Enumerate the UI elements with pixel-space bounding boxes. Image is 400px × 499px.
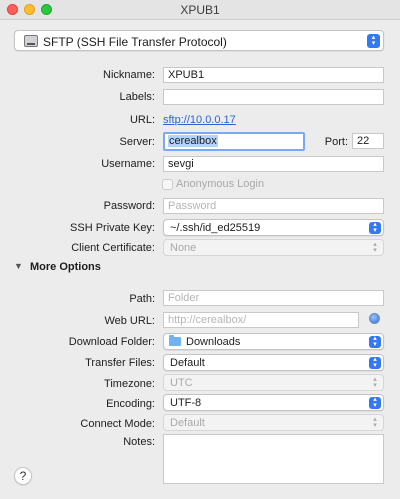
server-field[interactable]: cerealbox	[163, 132, 305, 151]
chevron-updown-icon: ▴ ▾	[369, 356, 381, 369]
download-folder-value: Downloads	[186, 336, 241, 348]
username-field[interactable]: sevgi	[163, 156, 384, 172]
globe-icon[interactable]	[369, 313, 380, 324]
transfer-files-popup[interactable]: Default ▴ ▾	[163, 354, 384, 371]
chevron-updown-icon: ▴ ▾	[373, 416, 377, 429]
path-label: Path:	[129, 293, 155, 305]
password-label: Password:	[103, 200, 155, 212]
chevron-updown-icon: ▴ ▾	[369, 221, 381, 234]
encoding-value: UTF-8	[170, 397, 202, 409]
chevron-updown-icon: ▴ ▾	[373, 241, 377, 254]
encoding-label: Encoding:	[106, 398, 155, 410]
web-url-field[interactable]: http://cerealbox/	[163, 312, 359, 328]
client-cert-value: None	[170, 242, 197, 254]
title-bar: XPUB1	[0, 0, 400, 20]
more-options-heading[interactable]: More Options	[30, 261, 101, 273]
transfer-files-value: Default	[170, 357, 205, 369]
connect-mode-popup[interactable]: Default ▴ ▾	[163, 414, 384, 431]
folder-icon	[169, 335, 181, 346]
port-label: Port:	[324, 136, 348, 148]
ssh-key-label: SSH Private Key:	[70, 222, 155, 234]
notes-label: Notes:	[123, 436, 155, 448]
labels-field[interactable]	[163, 89, 384, 105]
timezone-popup[interactable]: UTC ▴ ▾	[163, 374, 384, 391]
server-label: Server:	[119, 136, 155, 148]
disclosure-chevron-icon[interactable]: ▼	[14, 261, 23, 271]
port-field[interactable]: 22	[352, 133, 384, 149]
encoding-popup[interactable]: UTF-8 ▴ ▾	[163, 394, 384, 411]
ssh-key-popup[interactable]: ~/.ssh/id_ed25519 ▴ ▾	[163, 219, 384, 236]
timezone-value: UTC	[170, 377, 193, 389]
server-value: cerealbox	[168, 135, 218, 147]
chevron-updown-icon: ▴ ▾	[367, 34, 380, 48]
transfer-files-label: Transfer Files:	[85, 357, 155, 369]
notes-textarea[interactable]	[163, 434, 384, 484]
chevron-updown-icon: ▴ ▾	[373, 376, 377, 389]
chevron-updown-icon: ▴ ▾	[369, 396, 381, 409]
client-cert-label: Client Certificate:	[71, 242, 155, 254]
help-button[interactable]: ?	[14, 467, 32, 485]
chevron-updown-icon: ▴ ▾	[369, 335, 381, 348]
protocol-popup[interactable]: SFTP (SSH File Transfer Protocol) ▴ ▾	[14, 30, 384, 51]
password-field[interactable]: Password	[163, 198, 384, 214]
protocol-value: SFTP (SSH File Transfer Protocol)	[43, 35, 227, 49]
timezone-label: Timezone:	[104, 378, 155, 390]
ssh-key-value: ~/.ssh/id_ed25519	[170, 222, 261, 234]
download-folder-label: Download Folder:	[68, 336, 155, 348]
nickname-field[interactable]: XPUB1	[163, 67, 384, 83]
anonymous-login-checkbox[interactable]	[162, 179, 173, 190]
connect-mode-label: Connect Mode:	[80, 418, 155, 430]
url-label: URL:	[129, 114, 155, 126]
drive-icon	[24, 35, 38, 47]
nickname-label: Nickname:	[103, 69, 155, 81]
web-url-label: Web URL:	[104, 315, 155, 327]
url-link[interactable]: sftp://10.0.0.17	[163, 114, 236, 126]
window-title: XPUB1	[180, 3, 220, 17]
path-field[interactable]: Folder	[163, 290, 384, 306]
client-cert-popup[interactable]: None ▴ ▾	[163, 239, 384, 256]
connect-mode-value: Default	[170, 417, 205, 429]
anonymous-login-label: Anonymous Login	[176, 178, 265, 190]
labels-label: Labels:	[119, 91, 155, 103]
download-folder-popup[interactable]: Downloads ▴ ▾	[163, 333, 384, 350]
username-label: Username:	[101, 158, 155, 170]
